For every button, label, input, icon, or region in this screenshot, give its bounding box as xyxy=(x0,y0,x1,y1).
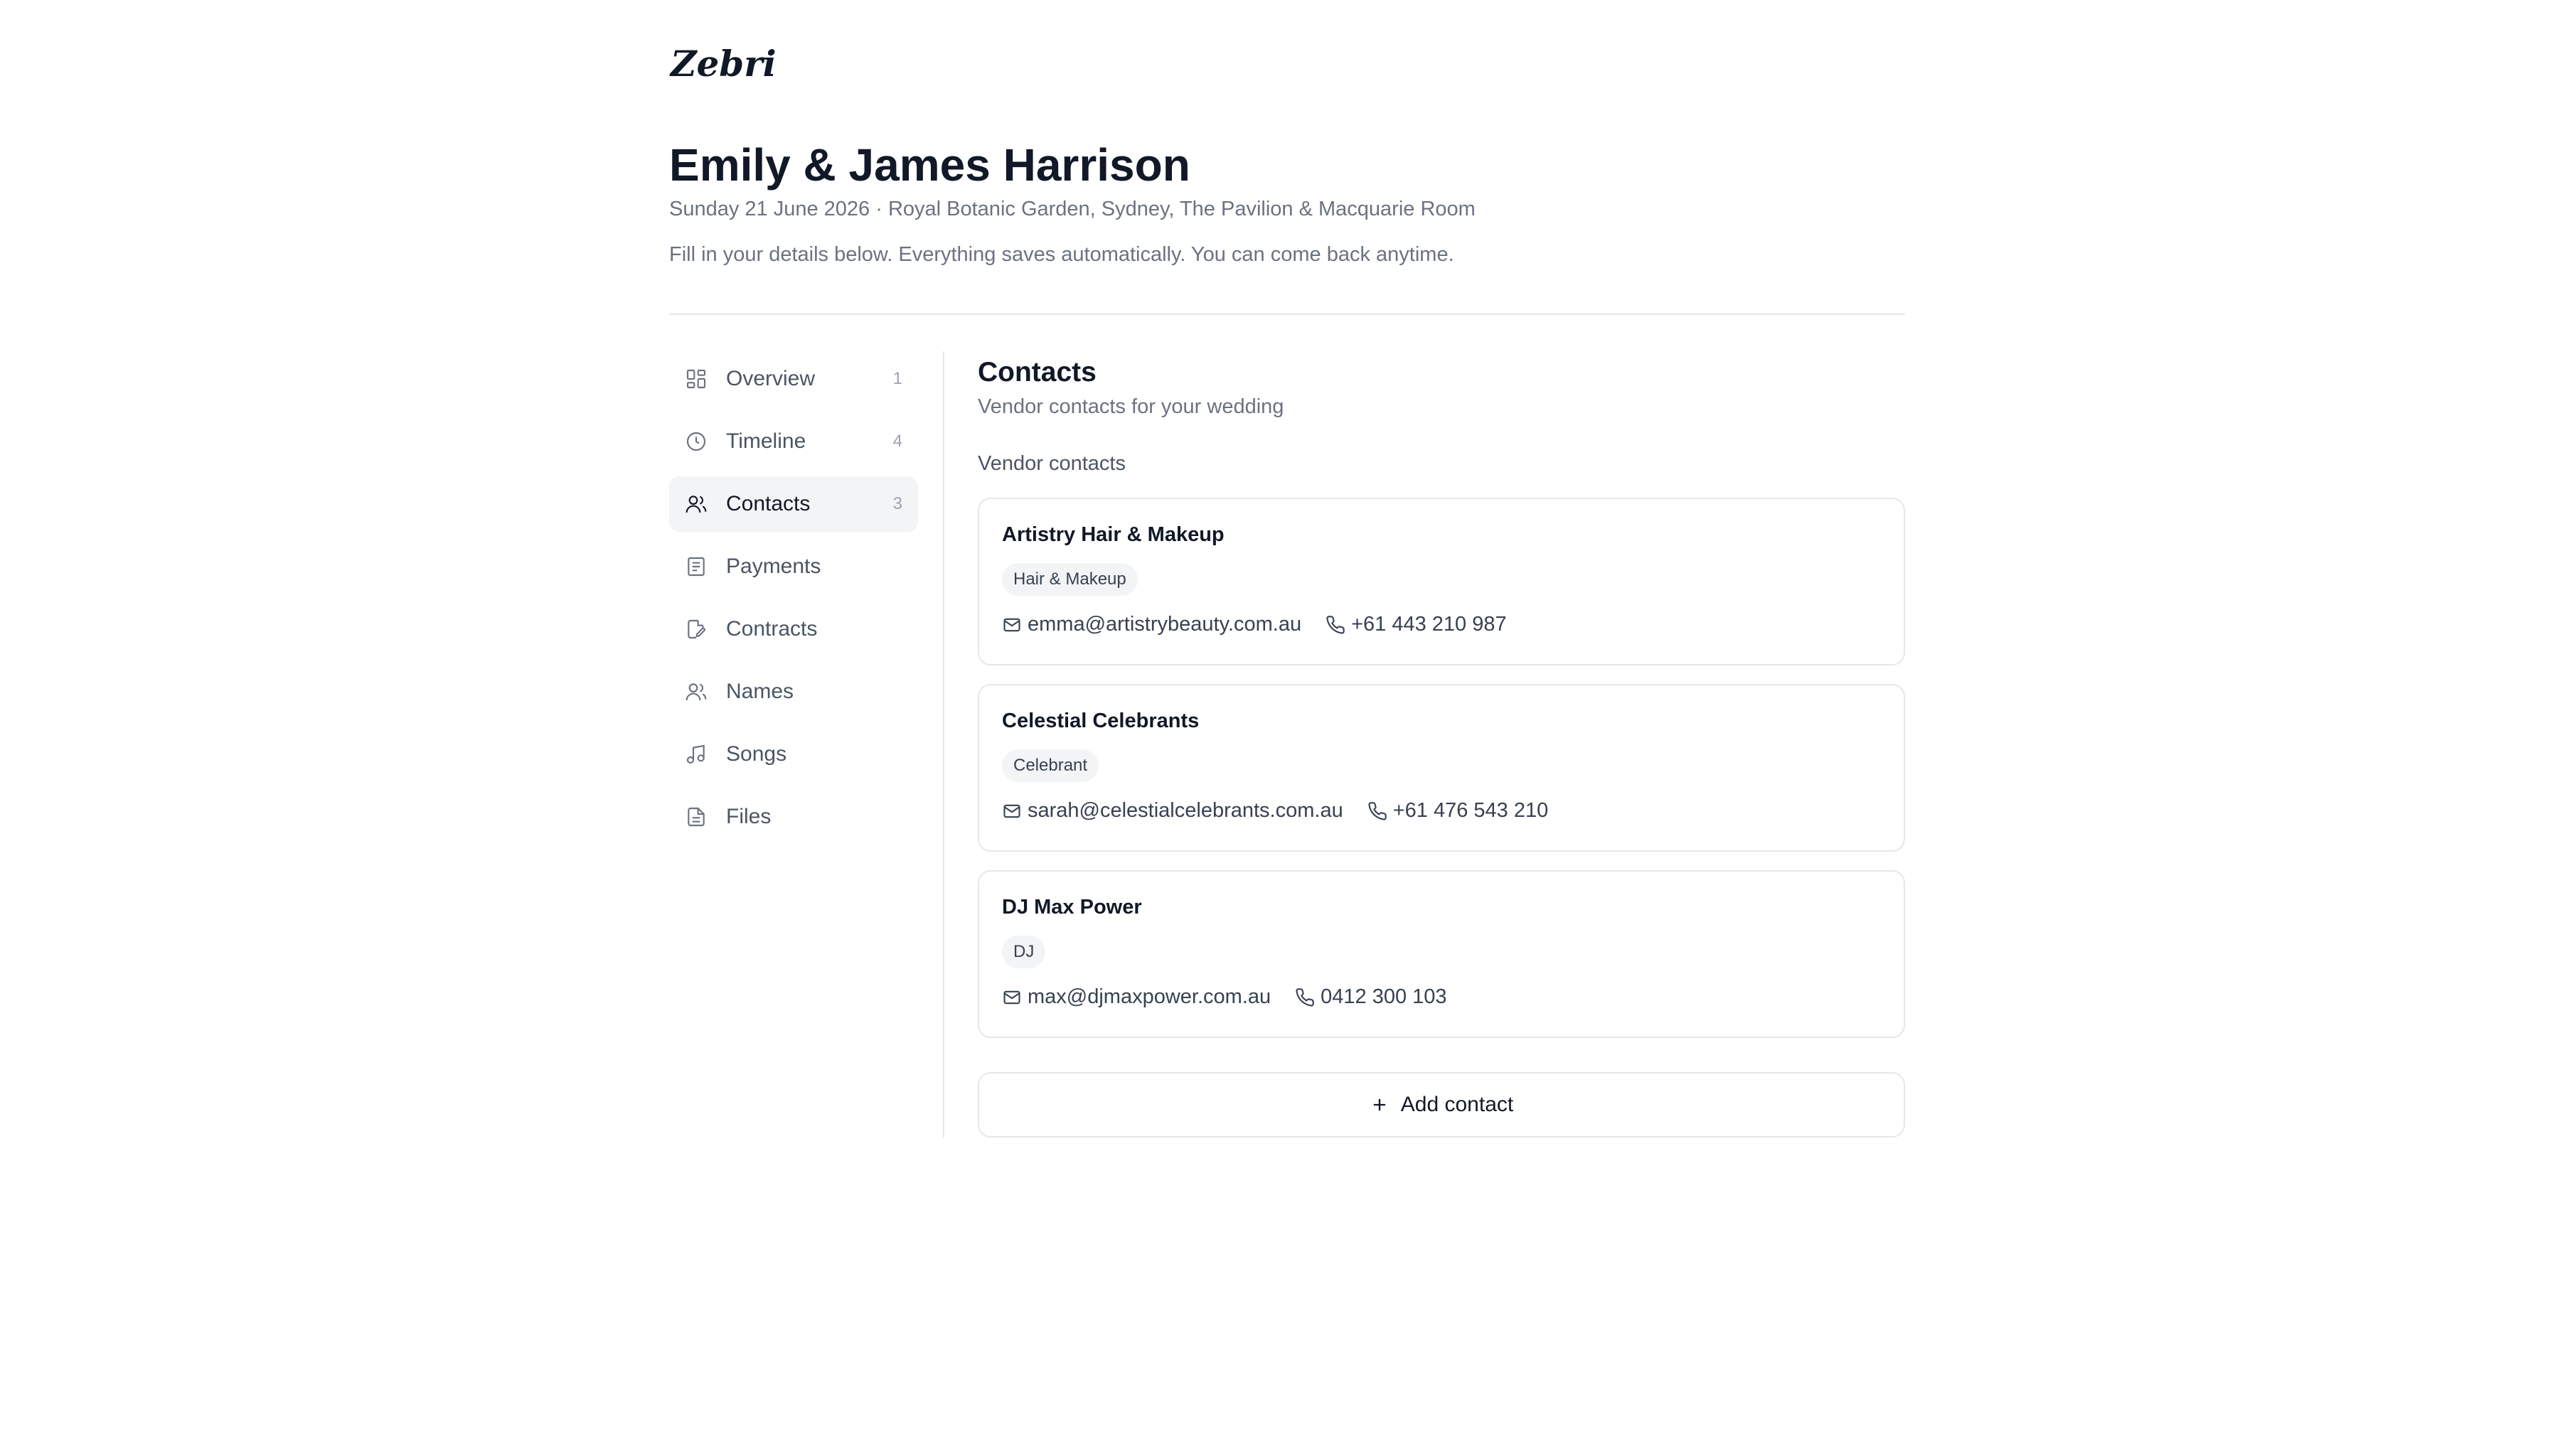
sidebar-item-songs[interactable]: Songs xyxy=(669,727,918,782)
sidebar-item-overview[interactable]: Overview 1 xyxy=(669,351,918,407)
sidebar-nav: Overview 1 Timeline 4 Contacts 3 Payment… xyxy=(669,351,918,852)
add-contact-label: Add contact xyxy=(1400,1093,1514,1116)
contact-name: Celestial Celebrants xyxy=(1002,710,1200,732)
contact-category-tag: DJ xyxy=(1002,936,1046,968)
sidebar-item-label: Contracts xyxy=(726,617,818,641)
sidebar-item-label: Songs xyxy=(726,742,787,766)
contact-category-tag: Celebrant xyxy=(1002,749,1099,782)
phone-icon xyxy=(1295,987,1315,1007)
sidebar-item-count: 3 xyxy=(892,494,902,513)
plus-icon xyxy=(1370,1095,1390,1115)
sidebar-item-payments[interactable]: Payments xyxy=(669,539,918,594)
phone-icon xyxy=(1326,615,1345,635)
mail-icon xyxy=(1002,615,1022,635)
people-icon xyxy=(685,680,708,703)
contact-details: max@djmaxpower.com.au 0412 300 103 xyxy=(1002,985,1447,1009)
brand-logo[interactable]: Zebri xyxy=(671,43,777,85)
sidebar-item-contracts[interactable]: Contracts xyxy=(669,601,918,657)
instructions-text: Fill in your details below. Everything s… xyxy=(669,243,1454,266)
users-icon xyxy=(685,493,708,515)
contact-email[interactable]: max@djmaxpower.com.au xyxy=(1028,985,1271,1009)
contact-list: Artistry Hair & Makeup Hair & Makeup emm… xyxy=(978,498,1905,1056)
event-details: Sunday 21 June 2026 · Royal Botanic Gard… xyxy=(669,198,1476,220)
sidebar-item-label: Names xyxy=(726,680,794,703)
phone-icon xyxy=(1367,801,1387,821)
sidebar-item-files[interactable]: Files xyxy=(669,789,918,845)
sidebar-item-timeline[interactable]: Timeline 4 xyxy=(669,414,918,469)
contact-name: DJ Max Power xyxy=(1002,896,1142,919)
sidebar-item-label: Timeline xyxy=(726,429,806,453)
music-icon xyxy=(685,743,708,766)
contact-details: emma@artistrybeauty.com.au +61 443 210 9… xyxy=(1002,613,1507,636)
phone-group: 0412 300 103 xyxy=(1295,985,1447,1009)
file-icon xyxy=(685,805,708,828)
sidebar-item-label: Overview xyxy=(726,367,816,390)
contact-details: sarah@celestialcelebrants.com.au +61 476… xyxy=(1002,799,1548,823)
contact-card[interactable]: DJ Max Power DJ max@djmaxpower.com.au 04… xyxy=(978,870,1905,1038)
contact-email[interactable]: emma@artistrybeauty.com.au xyxy=(1028,613,1301,636)
page-title: Emily & James Harrison xyxy=(669,139,1190,191)
file-signature-icon xyxy=(685,618,708,641)
section-title: Contacts xyxy=(978,357,1097,387)
section-subtitle: Vendor contacts for your wedding xyxy=(978,395,1284,418)
group-label: Vendor contacts xyxy=(978,452,1126,475)
sidebar-item-contacts[interactable]: Contacts 3 xyxy=(669,476,918,532)
mail-icon xyxy=(1002,987,1022,1007)
contact-phone[interactable]: +61 443 210 987 xyxy=(1351,613,1507,636)
contact-category-tag: Hair & Makeup xyxy=(1002,563,1138,596)
contact-phone[interactable]: 0412 300 103 xyxy=(1321,985,1446,1009)
contact-email[interactable]: sarah@celestialcelebrants.com.au xyxy=(1028,799,1343,823)
sidebar-item-label: Contacts xyxy=(726,492,811,515)
grid-icon xyxy=(685,368,708,390)
sidebar-item-names[interactable]: Names xyxy=(669,664,918,719)
receipt-icon xyxy=(685,555,708,578)
contact-card[interactable]: Celestial Celebrants Celebrant sarah@cel… xyxy=(978,684,1905,852)
phone-group: +61 443 210 987 xyxy=(1326,613,1507,636)
sidebar-item-count: 1 xyxy=(892,369,902,388)
sidebar-divider xyxy=(943,351,944,1138)
contact-name: Artistry Hair & Makeup xyxy=(1002,523,1225,546)
contact-card[interactable]: Artistry Hair & Makeup Hair & Makeup emm… xyxy=(978,498,1905,665)
add-contact-button[interactable]: Add contact xyxy=(978,1072,1905,1138)
phone-group: +61 476 543 210 xyxy=(1367,799,1549,823)
clock-icon xyxy=(685,430,708,453)
contact-phone[interactable]: +61 476 543 210 xyxy=(1393,799,1549,823)
header-divider xyxy=(669,314,1905,315)
sidebar-item-label: Files xyxy=(726,805,772,828)
sidebar-item-count: 4 xyxy=(892,432,902,451)
mail-icon xyxy=(1002,801,1022,821)
sidebar-item-label: Payments xyxy=(726,555,821,578)
